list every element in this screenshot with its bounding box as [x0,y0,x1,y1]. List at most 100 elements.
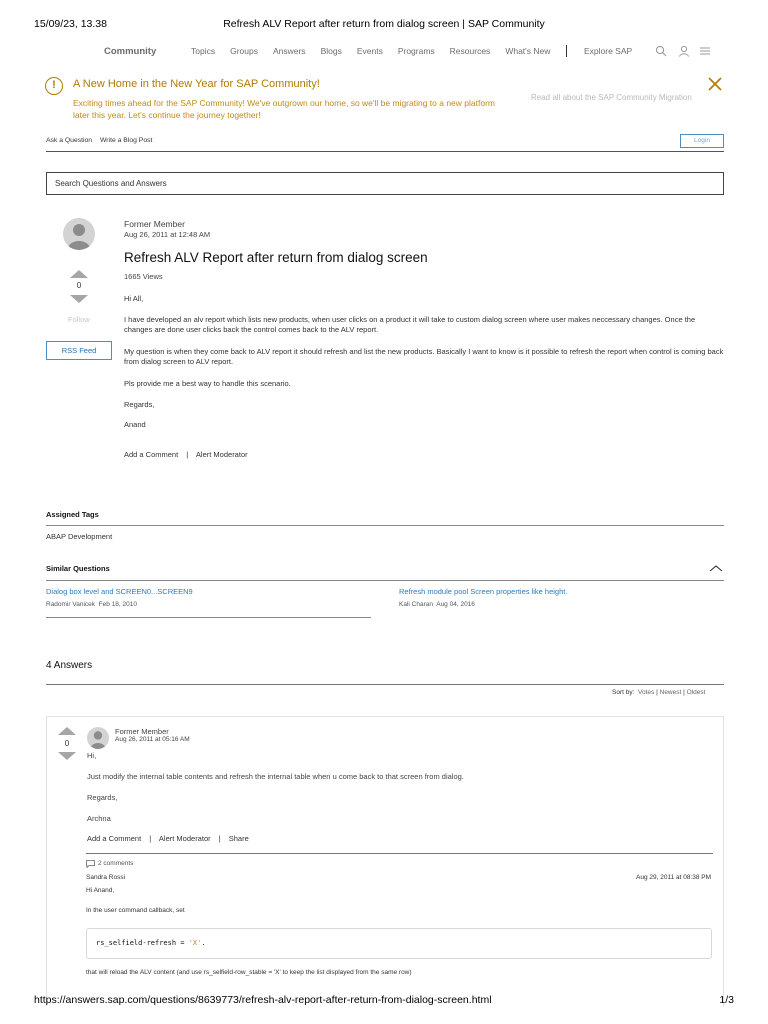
comment-author[interactable]: Sandra Rossi [86,874,125,881]
separator: | [186,450,189,459]
answer-date: Aug 26, 2011 at 05:16 AM [115,736,190,743]
alert-icon: ! [45,77,63,95]
print-page-number: 1/3 [719,994,734,1006]
alert-moderator-link[interactable]: Alert Moderator [196,450,248,459]
question-paragraph: Anand [124,420,146,429]
similar-question-link[interactable]: Refresh module pool Screen properties li… [399,587,567,596]
comment-text: Hi Anand, [86,887,115,894]
vote-down-icon[interactable] [58,752,76,760]
tag-abap-development[interactable]: ABAP Development [46,532,112,541]
ask-question-link[interactable]: Ask a Question [46,137,92,144]
assigned-tags-heading: Assigned Tags [46,510,99,519]
divider [46,580,724,581]
similar-question-meta: Radomir Vanicek Feb 18, 2010 [46,601,137,608]
nav-groups[interactable]: Groups [230,46,258,56]
question-paragraph: Hi All, [124,294,144,303]
banner-migration-link[interactable]: Read all about the SAP Community Migrati… [531,93,692,102]
answers-count: 4 Answers [46,660,93,671]
divider [46,617,371,618]
page-title: Refresh ALV Report after return from dia… [124,250,428,265]
menu-icon[interactable] [699,45,711,57]
similar-question-author[interactable]: Radomir Vanicek [46,601,95,608]
vote-count: 0 [76,281,82,290]
sort-bar: Sort by: Votes | Newest | Oldest [612,689,705,696]
code-line: rs_selfield-refresh = 'X'. [96,939,206,947]
banner-title: A New Home in the New Year for SAP Commu… [73,78,320,90]
nav-blogs[interactable]: Blogs [321,46,342,56]
community-brand[interactable]: Community [104,46,156,57]
nav-answers[interactable]: Answers [273,46,306,56]
print-url: https://answers.sap.com/questions/863977… [34,994,492,1006]
banner-body: Exciting times ahead for the SAP Communi… [73,98,495,120]
alert-moderator-link[interactable]: Alert Moderator [159,834,211,843]
question-paragraph: Pls provide me a best way to handle this… [124,379,291,388]
search-icon[interactable] [655,45,667,57]
separator: | [656,689,658,696]
comment-icon [86,860,95,868]
code-terminator: . [201,939,206,947]
chevron-up-icon[interactable] [709,564,723,572]
add-comment-link[interactable]: Add a Comment [87,834,141,843]
answer-actions: Add a Comment | Alert Moderator | Share [87,834,255,843]
sort-newest[interactable]: Newest [660,689,682,696]
similar-questions-heading: Similar Questions [46,564,110,573]
login-button[interactable]: Login [680,134,724,148]
vote-count: 0 [64,739,70,748]
comment-text: that will reload the ALV content (and us… [86,969,412,976]
question-paragraph: My question is when they come back to AL… [124,347,724,366]
vote-up-icon[interactable] [58,727,76,735]
divider [46,151,724,152]
user-icon[interactable] [678,45,690,57]
sort-votes[interactable]: Votes [638,689,654,696]
top-nav: Topics Groups Answers Blogs Events Progr… [191,46,565,56]
divider [46,684,724,685]
sort-oldest[interactable]: Oldest [687,689,706,696]
divider [86,853,713,854]
question-date: Aug 26, 2011 at 12:48 AM [124,230,211,239]
separator: | [149,834,152,843]
similar-question-link[interactable]: Dialog box level and SCREEN0...SCREEN9 [46,587,193,596]
avatar [63,218,95,250]
write-blog-link[interactable]: Write a Blog Post [100,137,152,144]
question-paragraph: Regards, [124,400,155,409]
nav-whats-new[interactable]: What's New [505,46,550,56]
question-paragraph: I have developed an alv report which lis… [124,315,696,334]
follow-button[interactable]: Follow [68,315,90,324]
nav-topics[interactable]: Topics [191,46,215,56]
rss-feed-button[interactable]: RSS Feed [46,341,112,360]
comments-toggle[interactable]: 2 comments [98,860,133,867]
answer-paragraph: Archna [87,814,111,823]
similar-question-author[interactable]: Kali Charan [399,601,433,608]
answer-paragraph: Just modify the internal table contents … [87,772,464,781]
answer-card [46,716,724,1006]
share-link[interactable]: Share [229,834,249,843]
code-string: 'X' [188,939,202,947]
nav-resources[interactable]: Resources [450,46,491,56]
separator: | [683,689,685,696]
close-icon[interactable] [707,76,723,92]
nav-events[interactable]: Events [357,46,383,56]
comment-text: In the user command callback, set [86,907,185,914]
divider [46,525,724,526]
person-icon [90,731,106,749]
answer-author[interactable]: Former Member [115,727,169,736]
code-statement: rs_selfield-refresh = [96,939,189,947]
question-author[interactable]: Former Member [124,219,185,229]
answer-paragraph: Regards, [87,793,118,802]
nav-programs[interactable]: Programs [398,46,435,56]
search-input[interactable]: Search Questions and Answers [46,172,724,195]
avatar [87,727,109,749]
vote-down-icon[interactable] [70,295,88,303]
print-page-title: Refresh ALV Report after return from dia… [223,18,545,30]
question-actions: Add a Comment | Alert Moderator [124,450,254,459]
comment-date: Aug 29, 2011 at 08:38 PM [636,874,712,881]
nav-divider [566,45,567,57]
vote-up-icon[interactable] [70,270,88,278]
question-views: 1665 Views [124,272,163,281]
sort-label: Sort by: [612,689,635,696]
separator: | [218,834,221,843]
similar-question-date: Aug 04, 2016 [436,601,475,608]
add-comment-link[interactable]: Add a Comment [124,450,178,459]
answer-paragraph: Hi, [87,751,97,760]
nav-explore-sap[interactable]: Explore SAP [584,46,632,56]
